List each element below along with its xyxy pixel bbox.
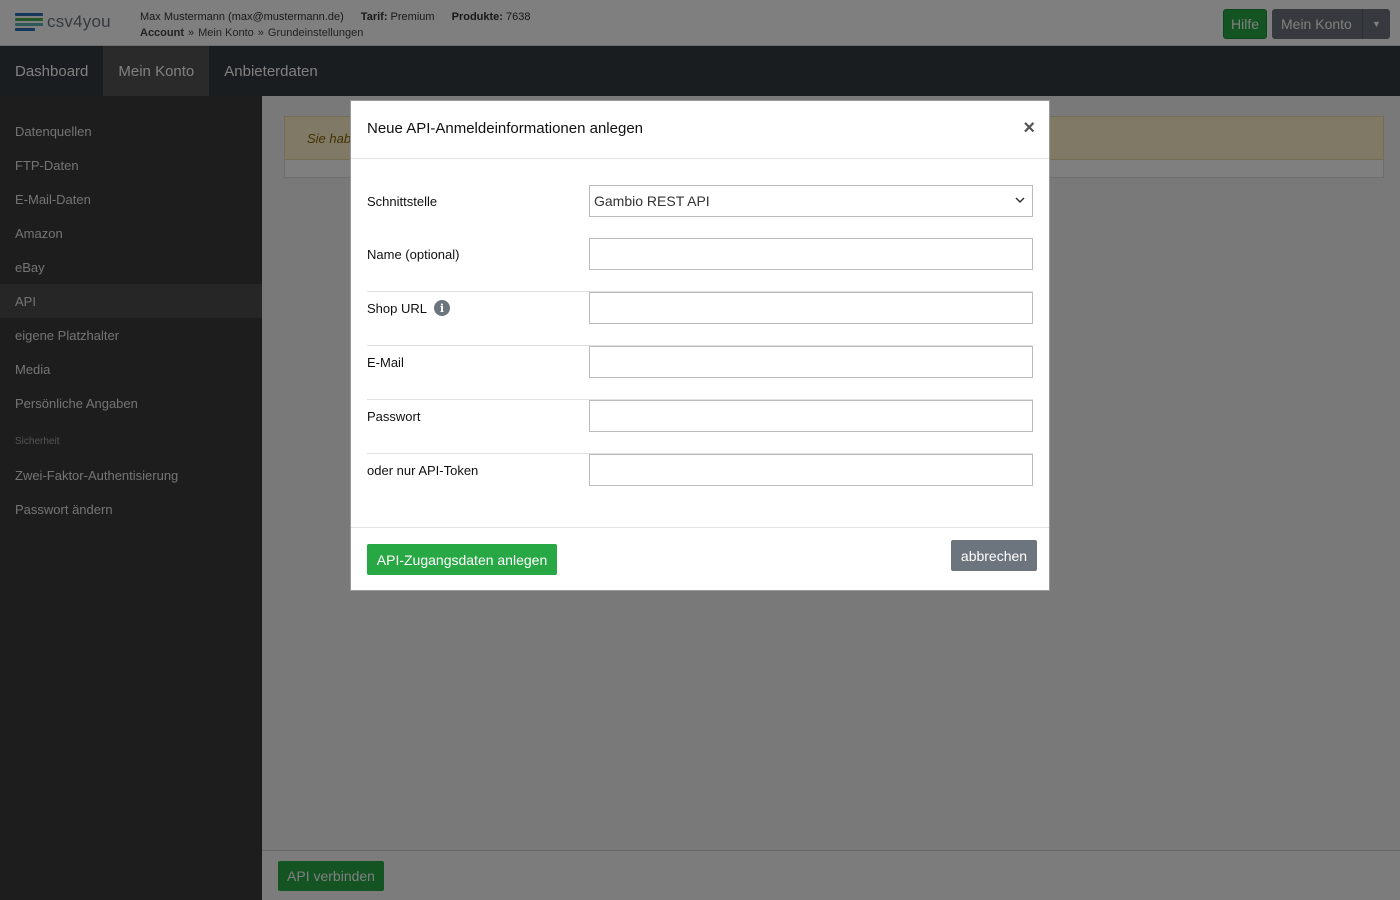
schnittstelle-selected-value: Gambio REST API (594, 193, 710, 209)
api-token-label: oder nur API-Token (367, 462, 479, 478)
email-input[interactable] (589, 346, 1033, 378)
form-row-passwort: Passwort (367, 400, 1033, 454)
api-token-input[interactable] (589, 454, 1033, 486)
form-row-email: E-Mail (367, 346, 1033, 400)
modal-title: Neue API-Anmeldeinformationen anlegen (367, 120, 644, 137)
api-credentials-modal: Neue API-Anmeldeinformationen anlegen × … (350, 100, 1050, 591)
create-credentials-button[interactable]: API-Zugangsdaten anlegen (367, 544, 557, 575)
shop-url-input[interactable] (589, 292, 1033, 324)
name-label: Name (optional) (367, 246, 460, 262)
form-row-api-token: oder nur API-Token (367, 454, 1033, 508)
schnittstelle-label: Schnittstelle (367, 193, 438, 209)
form-row-name: Name (optional) (367, 238, 1033, 292)
modal-header: Neue API-Anmeldeinformationen anlegen × (351, 101, 1049, 159)
email-label: E-Mail (367, 354, 404, 370)
modal-body: Schnittstelle Gambio REST API Name (opti… (351, 159, 1051, 527)
form-row-shop-url: Shop URL i (367, 292, 1033, 346)
schnittstelle-select[interactable]: Gambio REST API (589, 185, 1033, 217)
shop-url-label: Shop URL i (367, 292, 450, 324)
info-circle-icon[interactable]: i (433, 300, 450, 316)
name-input[interactable] (589, 238, 1033, 270)
chevron-down-icon (1015, 197, 1025, 204)
close-icon[interactable]: × (1023, 118, 1035, 138)
modal-footer: API-Zugangsdaten anlegen abbrechen (351, 527, 1049, 591)
password-input[interactable] (589, 400, 1033, 432)
form-row-schnittstelle: Schnittstelle Gambio REST API (367, 185, 1033, 217)
passwort-label: Passwort (367, 408, 421, 424)
cancel-button[interactable]: abbrechen (951, 540, 1037, 571)
